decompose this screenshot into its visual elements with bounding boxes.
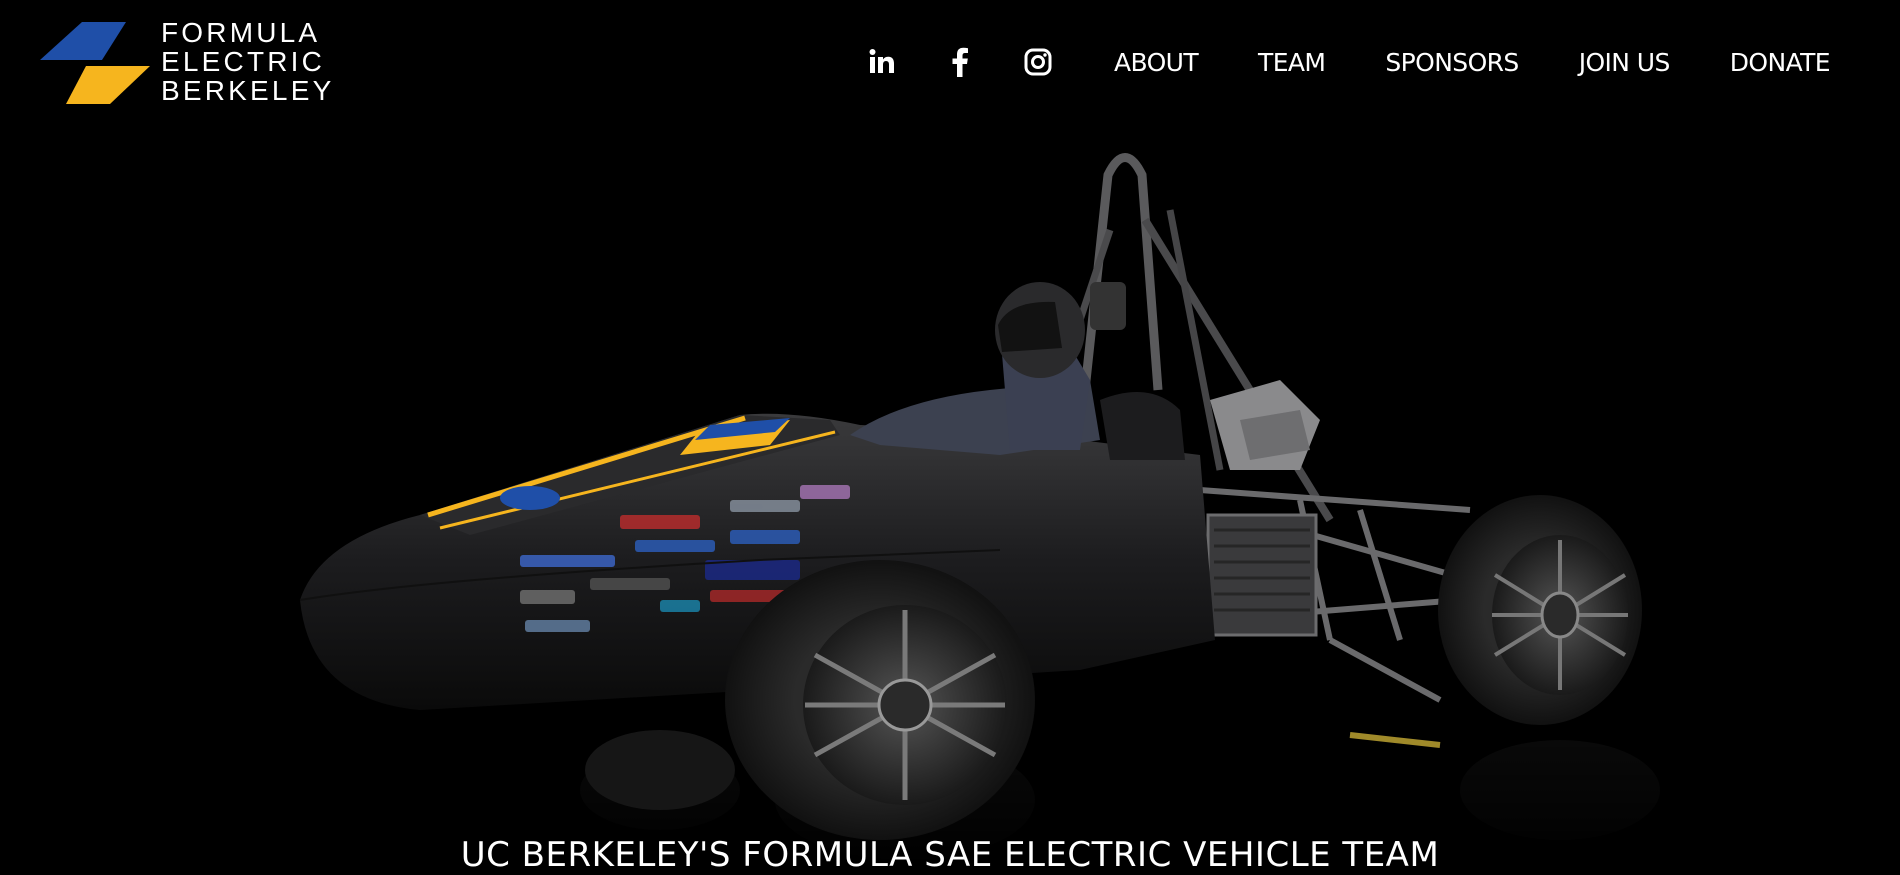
facebook-icon[interactable] bbox=[944, 46, 976, 78]
nav-link-donate[interactable]: DONATE bbox=[1730, 48, 1831, 77]
nav-link-team[interactable]: TEAM bbox=[1258, 48, 1326, 77]
logo-wordmark: FORMULA ELECTRIC BERKELEY bbox=[161, 18, 334, 105]
nav-link-join-us[interactable]: JOIN US bbox=[1579, 48, 1671, 77]
logo-line-3: BERKELEY bbox=[161, 75, 335, 106]
main-nav: ABOUT TEAM SPONSORS JOIN US DONATE bbox=[866, 40, 1831, 84]
hero-tagline: UC BERKELEY'S FORMULA SAE ELECTRIC VEHIC… bbox=[460, 835, 1440, 875]
logo-line-2: ELECTRIC bbox=[161, 46, 326, 77]
nav-link-about[interactable]: ABOUT bbox=[1114, 48, 1199, 77]
logo-line-1: FORMULA bbox=[161, 17, 321, 48]
site-header: FORMULA ELECTRIC BERKELEY ABOUT TEAM SPO… bbox=[0, 0, 1900, 130]
linkedin-icon[interactable] bbox=[866, 46, 898, 78]
nav-link-sponsors[interactable]: SPONSORS bbox=[1385, 48, 1519, 77]
site-logo[interactable]: FORMULA ELECTRIC BERKELEY bbox=[40, 18, 340, 108]
instagram-icon[interactable] bbox=[1022, 46, 1054, 78]
logo-mark-icon bbox=[40, 22, 150, 104]
